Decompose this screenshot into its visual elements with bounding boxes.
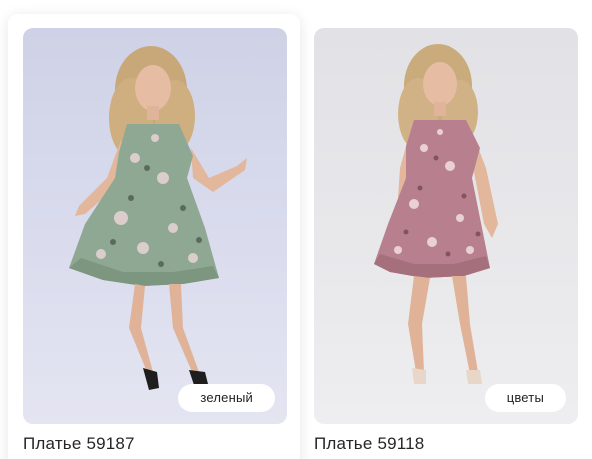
color-tag-chip[interactable]: цветы: [484, 384, 566, 412]
model-in-floral-dress-image: [374, 44, 498, 384]
product-title[interactable]: Платье 59187: [23, 434, 135, 454]
product-photo[interactable]: зеленый: [23, 28, 287, 424]
product-title[interactable]: Платье 59118: [314, 434, 424, 454]
product-grid: зеленый Платье 59187 цветы Платье 59118: [0, 0, 592, 459]
product-card[interactable]: цветы Платье 59118: [304, 14, 592, 459]
color-tag-chip[interactable]: зеленый: [178, 384, 275, 412]
product-card[interactable]: зеленый Платье 59187: [8, 14, 300, 459]
model-in-green-dress-image: [69, 46, 247, 390]
product-photo[interactable]: цветы: [314, 28, 578, 424]
